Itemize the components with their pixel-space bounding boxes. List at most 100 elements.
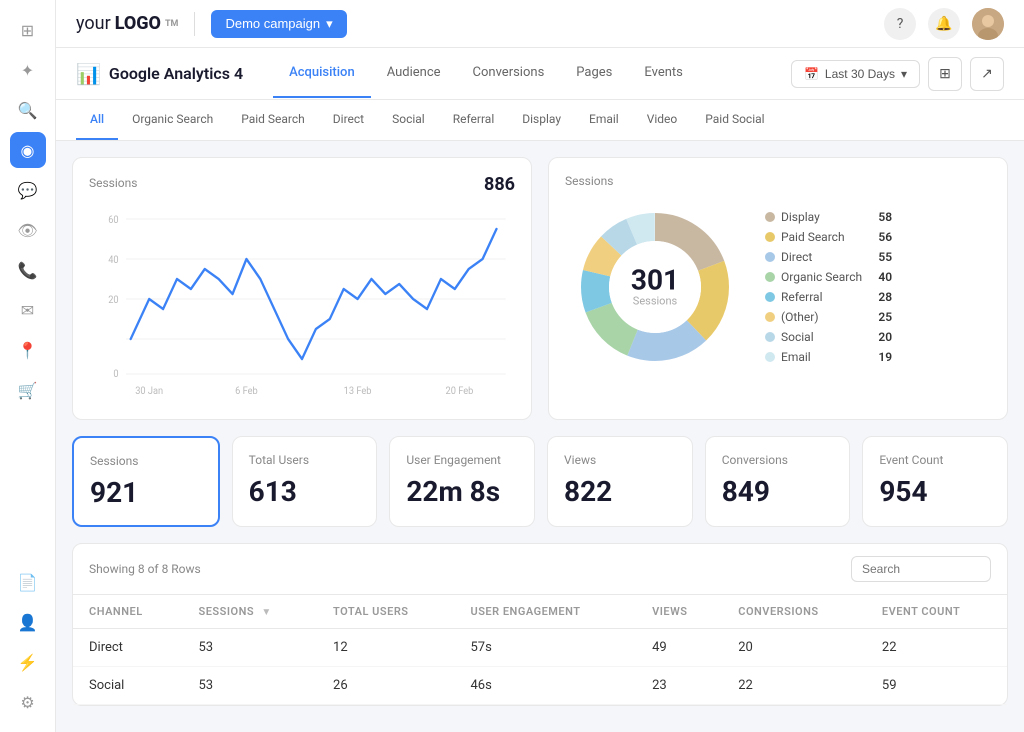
legend-dot-direct (765, 252, 775, 262)
col-sessions[interactable]: SESSIONS ▼ (183, 595, 318, 629)
channel-tab-all[interactable]: All (76, 100, 118, 140)
channel-tab-email[interactable]: Email (575, 100, 633, 140)
col-user-engagement: USER ENGAGEMENT (454, 595, 636, 629)
channel-tab-referral[interactable]: Referral (439, 100, 509, 140)
channel-tabs: All Organic Search Paid Search Direct So… (56, 100, 1024, 141)
table-header: Showing 8 of 8 Rows (73, 544, 1007, 595)
metric-conversions[interactable]: Conversions 849 (705, 436, 851, 527)
cell-views: 23 (636, 667, 722, 705)
demo-campaign-button[interactable]: Demo campaign ▾ (211, 10, 346, 38)
sidebar-icon-cart[interactable]: 🛒 (10, 372, 46, 408)
legend-email: Email 19 (765, 350, 892, 364)
analytics-title: 📊 Google Analytics 4 (76, 62, 243, 86)
table-header-row: CHANNEL SESSIONS ▼ TOTAL USERS USER ENGA… (73, 595, 1007, 629)
svg-text:20: 20 (108, 295, 118, 306)
metric-views-label: Views (564, 453, 676, 467)
legend-count-organic: 40 (868, 270, 892, 284)
legend-label-referral: Referral (781, 290, 823, 304)
table-search-input[interactable] (851, 556, 991, 582)
channel-tab-social[interactable]: Social (378, 100, 439, 140)
donut-chart-title: Sessions (565, 174, 613, 188)
demo-btn-chevron: ▾ (326, 16, 333, 32)
donut-center-value: 301 (631, 267, 679, 295)
main-content: your LOGO TM Demo campaign ▾ ? 🔔 📊 Googl… (56, 0, 1024, 732)
notification-icon[interactable]: 🔔 (928, 8, 960, 40)
sidebar-icon-plug[interactable]: ⚡ (10, 644, 46, 680)
sidebar-icon-mail[interactable]: ✉ (10, 292, 46, 328)
svg-text:6 Feb: 6 Feb (235, 386, 258, 397)
sessions-line-chart-card: Sessions 886 60 40 20 0 (72, 157, 532, 420)
logo-your: your (76, 13, 111, 34)
legend-label-organic: Organic Search (781, 270, 862, 284)
tab-audience[interactable]: Audience (371, 49, 457, 98)
metric-conversions-label: Conversions (722, 453, 834, 467)
logo: your LOGO TM (76, 13, 178, 34)
metrics-row: Sessions 921 Total Users 613 User Engage… (72, 436, 1008, 527)
sessions-donut-chart-card: Sessions (548, 157, 1008, 420)
logo-bold: LOGO (115, 13, 161, 34)
sidebar-icon-user[interactable]: 👤 (10, 604, 46, 640)
date-range-label: Last 30 Days (825, 67, 895, 81)
svg-text:20 Feb: 20 Feb (446, 386, 474, 397)
tab-pages[interactable]: Pages (560, 49, 628, 98)
legend-count-referral: 28 (868, 290, 892, 304)
legend-count-other: 25 (868, 310, 892, 324)
content-area: Sessions 886 60 40 20 0 (56, 141, 1024, 732)
line-chart-svg: 60 40 20 0 30 Jan 6 Feb 13 Feb 20 Feb (89, 199, 515, 399)
sidebar-icon-grid[interactable]: ⊞ (10, 12, 46, 48)
metric-total-users[interactable]: Total Users 613 (232, 436, 378, 527)
legend-dot-referral (765, 292, 775, 302)
metric-user-engagement[interactable]: User Engagement 22m 8s (389, 436, 535, 527)
channel-tab-organic[interactable]: Organic Search (118, 100, 227, 140)
metric-users-value: 613 (249, 475, 361, 508)
tab-acquisition[interactable]: Acquisition (273, 49, 371, 98)
channel-tab-display[interactable]: Display (508, 100, 575, 140)
analytics-header: 📊 Google Analytics 4 Acquisition Audienc… (56, 48, 1024, 100)
analytics-nav-tabs: Acquisition Audience Conversions Pages E… (273, 49, 699, 98)
legend-count-email: 19 (868, 350, 892, 364)
legend-label-paid-search: Paid Search (781, 230, 845, 244)
cell-channel: Direct (73, 629, 183, 667)
share-button[interactable]: ↗ (970, 57, 1004, 91)
legend-dot-organic (765, 272, 775, 282)
channel-tab-video[interactable]: Video (633, 100, 692, 140)
sidebar-icon-search[interactable]: 🔍 (10, 92, 46, 128)
topbar-divider (194, 12, 195, 36)
sidebar-icon-chat[interactable]: 💬 (10, 172, 46, 208)
sidebar-icon-eye[interactable]: 👁 (10, 212, 46, 248)
metric-events-value: 954 (879, 475, 991, 508)
tab-conversions[interactable]: Conversions (457, 49, 561, 98)
legend-dot-social (765, 332, 775, 342)
avatar[interactable] (972, 8, 1004, 40)
channel-tab-direct[interactable]: Direct (319, 100, 378, 140)
sidebar-icon-add[interactable]: ✦ (10, 52, 46, 88)
metric-sessions[interactable]: Sessions 921 (72, 436, 220, 527)
cell-users: 26 (317, 667, 454, 705)
channel-tab-paid[interactable]: Paid Search (227, 100, 319, 140)
sidebar-icon-doc[interactable]: 📄 (10, 564, 46, 600)
help-icon[interactable]: ? (884, 8, 916, 40)
sidebar-icon-settings[interactable]: ⚙ (10, 684, 46, 720)
date-range-button[interactable]: 📅 Last 30 Days ▾ (791, 60, 920, 88)
cell-events: 59 (866, 667, 1007, 705)
donut-center: 301 Sessions (631, 267, 679, 308)
metric-views[interactable]: Views 822 (547, 436, 693, 527)
sort-icon: ▼ (261, 607, 271, 618)
customize-button[interactable]: ⊞ (928, 57, 962, 91)
channel-tab-paid-social[interactable]: Paid Social (691, 100, 778, 140)
metric-event-count[interactable]: Event Count 954 (862, 436, 1008, 527)
analytics-bar-icon: 📊 (76, 62, 101, 86)
legend-referral: Referral 28 (765, 290, 892, 304)
legend-direct: Direct 55 (765, 250, 892, 264)
tab-events[interactable]: Events (628, 49, 698, 98)
table-subtitle: Showing 8 of 8 Rows (89, 562, 201, 576)
sidebar-icon-location[interactable]: 📍 (10, 332, 46, 368)
demo-btn-label: Demo campaign (225, 16, 320, 31)
legend-organic: Organic Search 40 (765, 270, 892, 284)
legend-count-social: 20 (868, 330, 892, 344)
legend-dot-email (765, 352, 775, 362)
sidebar-icon-phone[interactable]: 📞 (10, 252, 46, 288)
line-chart-title: Sessions (89, 176, 137, 190)
sidebar-icon-analytics[interactable]: ◉ (10, 132, 46, 168)
legend-social: Social 20 (765, 330, 892, 344)
